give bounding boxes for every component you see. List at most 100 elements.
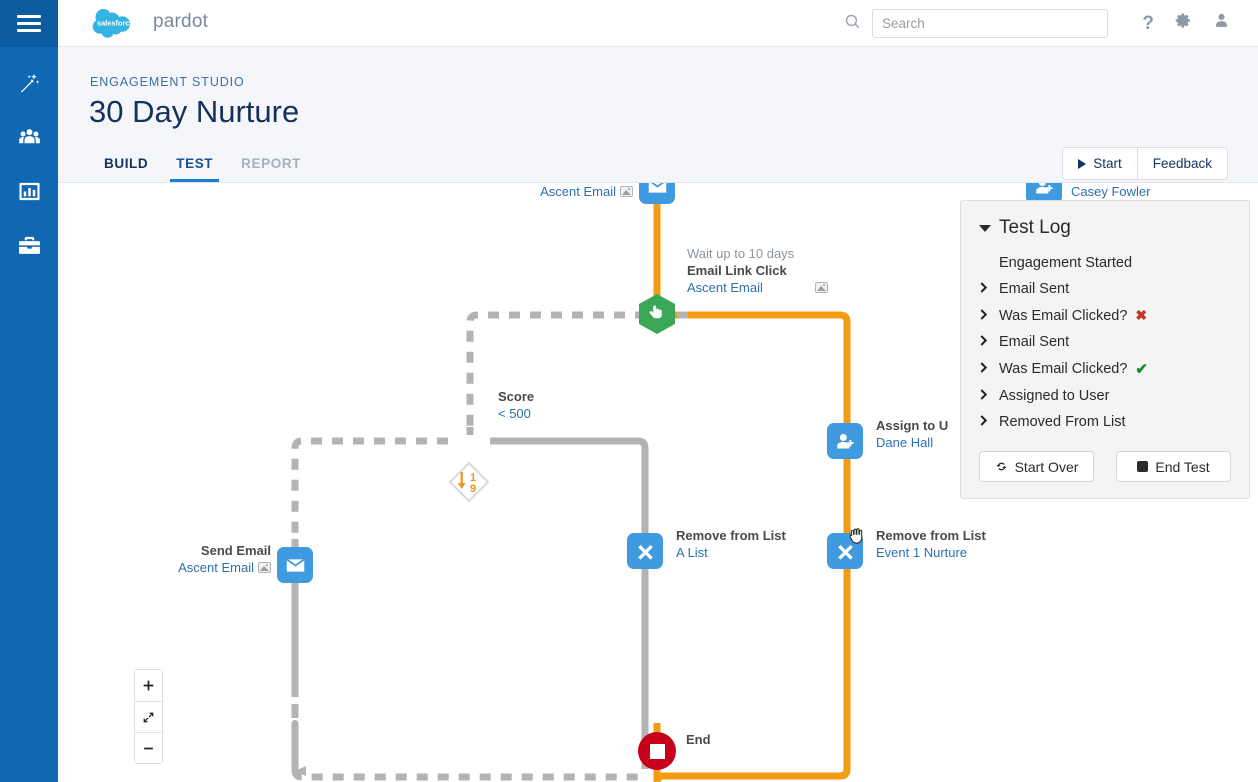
people-group-icon <box>18 126 41 154</box>
test-log-title: Test Log <box>999 217 1071 238</box>
chevron-right-icon <box>979 308 988 324</box>
list-item[interactable]: Was Email Clicked? ✔ <box>979 355 1231 383</box>
test-log-entry-label: Assigned to User <box>999 388 1110 404</box>
test-log-header[interactable]: Test Log <box>979 217 1231 239</box>
refresh-icon <box>996 462 1007 471</box>
chevron-right-icon <box>979 414 988 430</box>
remove-from-list-icon <box>827 533 863 569</box>
page-header: ENGAGEMENT STUDIO 30 Day Nurture BUILD T… <box>58 47 1258 183</box>
test-log-entry-label: Was Email Clicked? <box>999 307 1128 324</box>
node-remove-from-list-a-label: Remove from List A List <box>676 528 786 560</box>
sidebar-item-automation[interactable] <box>0 59 58 113</box>
node-score-rule[interactable]: 1 9 <box>448 461 490 503</box>
pardot-wordmark: pardot <box>153 11 209 32</box>
zoom-in-button[interactable] <box>135 670 162 701</box>
minus-icon <box>144 747 153 749</box>
feedback-button[interactable]: Feedback <box>1136 148 1227 179</box>
zoom-out-button[interactable] <box>135 732 162 763</box>
header-button-group: Start Feedback <box>1062 147 1228 180</box>
node-send-email-top[interactable] <box>639 183 675 204</box>
help-button[interactable]: ? <box>1142 12 1154 34</box>
tab-test[interactable]: TEST <box>162 156 227 182</box>
image-thumb-icon <box>258 562 271 573</box>
trigger-hexagon <box>639 294 675 334</box>
node-assign-to-user-label: Assign to U Dane Hall <box>876 418 949 450</box>
briefcase-icon <box>18 234 41 262</box>
tab-build[interactable]: BUILD <box>90 156 162 182</box>
breadcrumb: ENGAGEMENT STUDIO <box>90 75 245 89</box>
global-header: salesforce pardot ? <box>58 0 1258 47</box>
engagement-canvas[interactable]: Ascent Email Casey Fowler Wait up to 10 … <box>58 183 1258 782</box>
hamburger-icon <box>17 15 41 32</box>
pardot-logo[interactable]: salesforce pardot <box>90 6 208 38</box>
chevron-right-icon <box>979 334 988 350</box>
node-remove-from-list-a[interactable] <box>627 533 663 569</box>
end-test-button[interactable]: End Test <box>1116 451 1231 482</box>
node-remove-from-list-b-label: Remove from List Event 1 Nurture <box>876 528 986 560</box>
header-actions: ? <box>1142 12 1230 34</box>
assign-user-icon <box>827 423 863 459</box>
user-avatar-icon <box>1213 12 1230 34</box>
play-icon <box>1078 158 1087 169</box>
bar-chart-icon <box>18 180 41 208</box>
node-email-link-click-label: Wait up to 10 days Email Link Click Asce… <box>687 245 828 296</box>
test-log-panel: Test Log Engagement Started Email Sent W… <box>960 200 1250 499</box>
list-item[interactable]: Removed From List <box>979 409 1231 435</box>
list-item[interactable]: Email Sent <box>979 276 1231 302</box>
stop-square-icon <box>649 743 665 759</box>
settings-button[interactable] <box>1175 12 1192 34</box>
list-item[interactable]: Email Sent <box>979 329 1231 355</box>
node-email-link-click[interactable] <box>636 293 678 335</box>
tab-report[interactable]: REPORT <box>227 156 315 182</box>
start-button-label: Start <box>1093 156 1122 171</box>
test-log-entry-label: Engagement Started <box>999 255 1133 271</box>
global-search <box>844 9 1108 38</box>
node-end[interactable] <box>638 732 676 770</box>
node-add-to-list-top-label: Casey Fowler <box>1071 184 1151 199</box>
fit-to-screen-button[interactable] <box>135 701 162 732</box>
app-root: salesforce pardot ? <box>0 0 1258 782</box>
list-item[interactable]: Assigned to User <box>979 383 1231 409</box>
svg-text:salesforce: salesforce <box>97 19 134 28</box>
node-remove-from-list-b[interactable] <box>827 533 863 569</box>
salesforce-cloud-icon: salesforce <box>90 6 146 38</box>
sidebar-item-admin[interactable] <box>0 221 58 275</box>
caret-down-icon <box>979 224 991 232</box>
fit-to-screen-icon <box>143 712 154 722</box>
svg-text:9: 9 <box>470 483 476 495</box>
remove-from-list-icon <box>627 533 663 569</box>
sidebar-item-prospects[interactable] <box>0 113 58 167</box>
question-mark-icon: ? <box>1142 12 1154 34</box>
page-title: 30 Day Nurture <box>89 94 300 129</box>
chevron-right-icon <box>979 361 988 377</box>
list-item: Engagement Started <box>979 250 1231 276</box>
end-test-label: End Test <box>1155 458 1210 475</box>
start-over-button[interactable]: Start Over <box>979 451 1094 482</box>
test-log-actions: Start Over End Test <box>979 451 1231 482</box>
user-menu-button[interactable] <box>1213 12 1230 34</box>
node-send-email-top-label: Ascent Email <box>468 183 633 200</box>
search-icon[interactable] <box>844 13 861 35</box>
rail-icon-list <box>0 47 58 275</box>
canvas-zoom-controls <box>134 669 163 764</box>
image-thumb-icon <box>620 186 633 197</box>
start-button[interactable]: Start <box>1063 148 1137 179</box>
node-send-email-left[interactable] <box>277 547 313 583</box>
image-thumb-icon <box>814 282 828 293</box>
score-diamond: 1 9 <box>448 461 490 503</box>
node-score-rule-label: Score < 500 <box>498 389 535 421</box>
sidebar-item-reports[interactable] <box>0 167 58 221</box>
magic-wand-icon <box>18 72 41 100</box>
chevron-right-icon <box>979 281 988 297</box>
email-icon <box>277 547 313 583</box>
list-item[interactable]: Was Email Clicked? ✖ <box>979 302 1231 329</box>
status-badge-fail: ✖ <box>1135 307 1148 323</box>
node-assign-to-user[interactable] <box>827 423 863 459</box>
gear-icon <box>1175 12 1192 34</box>
menu-toggle-button[interactable] <box>0 0 58 47</box>
test-log-entry-label: Was Email Clicked? <box>999 361 1128 377</box>
search-input[interactable] <box>872 9 1108 38</box>
plus-icon <box>143 680 154 691</box>
email-icon <box>639 183 675 204</box>
test-log-entry-label: Email Sent <box>999 334 1070 350</box>
